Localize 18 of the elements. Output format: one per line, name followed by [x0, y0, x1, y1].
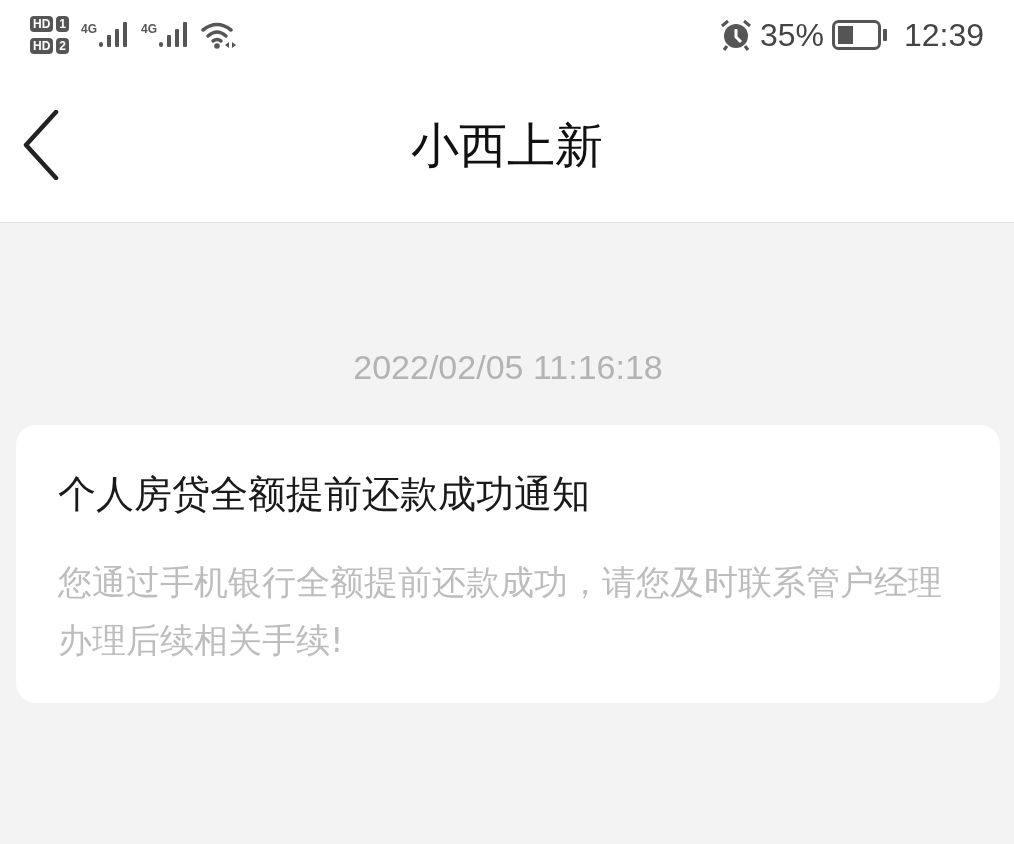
message-timestamp: 2022/02/05 11:16:18 [353, 348, 663, 387]
message-card[interactable]: 个人房贷全额提前还款成功通知 您通过手机银行全额提前还款成功，请您及时联系管户经理办理后续相关手续! [16, 425, 1000, 703]
alarm-icon [719, 19, 752, 51]
sim-slot-badge: 2 [56, 38, 70, 54]
message-title: 个人房贷全额提前还款成功通知 [58, 471, 591, 518]
network-type: 4G [81, 22, 98, 36]
hd-badge: HD [30, 16, 54, 32]
battery-icon [831, 20, 888, 50]
network-type: 4G [141, 22, 158, 36]
page-title: 小西上新 [411, 116, 603, 175]
clock-time: 12:39 [903, 16, 984, 54]
battery-percent: 35% [759, 16, 824, 54]
wifi-icon [201, 21, 238, 49]
signal-icon [99, 22, 130, 48]
message-body: 您通过手机银行全额提前还款成功，请您及时联系管户经理办理后续相关手续! [58, 561, 943, 662]
sim-slot-badge: 1 [56, 16, 70, 32]
hd-badge: HD [30, 38, 54, 54]
signal-icon [159, 22, 190, 48]
